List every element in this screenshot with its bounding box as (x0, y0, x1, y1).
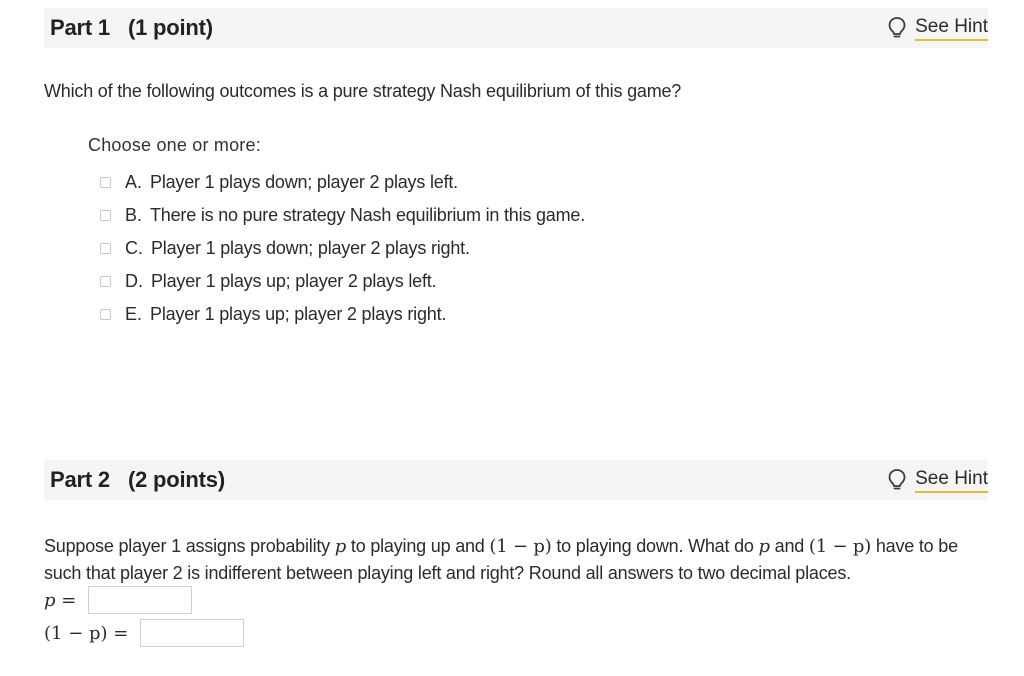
part2-header: Part 2 (2 points) See Hint (44, 460, 988, 500)
answer-input-1mp[interactable] (140, 619, 245, 647)
option-c[interactable]: C. Player 1 plays down; player 2 plays r… (100, 232, 585, 265)
part2-see-hint-link[interactable]: See Hint (887, 468, 988, 493)
answer-row-p: p = (44, 586, 193, 614)
part2-text-segment: to playing up and (346, 536, 490, 556)
choose-label: Choose one or more: (88, 135, 261, 155)
math-var-p: p (758, 536, 771, 557)
part1-hint-label[interactable]: See Hint (915, 16, 988, 41)
answer-row-1mp: (1 − p) = (44, 619, 245, 647)
answer-input-p[interactable] (88, 586, 193, 614)
part1-see-hint-link[interactable]: See Hint (887, 16, 988, 41)
lightbulb-icon (887, 16, 907, 40)
option-e[interactable]: E. Player 1 plays up; player 2 plays rig… (100, 298, 585, 331)
option-letter: E. (125, 304, 143, 324)
part2-text-segment: and (769, 536, 809, 556)
math-expr-1mp: (1 − p) (489, 536, 552, 557)
options-list: A. Player 1 plays down; player 2 plays l… (100, 166, 585, 331)
part1-header: Part 1 (1 point) See Hint (44, 8, 988, 48)
part2-text-segment: Suppose player 1 assigns probability (44, 536, 335, 556)
checkbox-icon[interactable] (100, 177, 111, 188)
option-text[interactable]: Player 1 plays down; player 2 plays left… (150, 172, 458, 193)
math-expr-1mp: (1 − p) (808, 536, 872, 557)
part1-question: Which of the following outcomes is a pur… (44, 81, 682, 101)
part2-title: Part 2 (50, 467, 110, 492)
part2-text-segment: to playing down. What do (551, 536, 759, 556)
checkbox-icon[interactable] (100, 243, 111, 254)
checkbox-icon[interactable] (100, 309, 111, 320)
option-text[interactable]: Player 1 plays up; player 2 plays left. (151, 271, 437, 292)
checkbox-icon[interactable] (100, 276, 111, 287)
option-text[interactable]: Player 1 plays up; player 2 plays right. (150, 304, 446, 325)
part2-hint-label[interactable]: See Hint (915, 468, 988, 493)
option-letter: A. (125, 172, 143, 192)
part1-points: (1 point) (127, 15, 213, 40)
lightbulb-icon (887, 468, 907, 492)
option-text[interactable]: Player 1 plays down; player 2 plays righ… (151, 238, 470, 259)
option-text[interactable]: There is no pure strategy Nash equilibri… (150, 205, 585, 226)
answer-label-1mp: (1 − p) = (44, 622, 129, 644)
option-letter: D. (125, 271, 143, 291)
checkbox-icon[interactable] (100, 210, 111, 221)
part2-points: (2 points) (127, 467, 225, 492)
option-letter: C. (125, 238, 143, 258)
option-a[interactable]: A. Player 1 plays down; player 2 plays l… (100, 166, 585, 199)
answer-label-p: p = (44, 589, 77, 611)
option-b[interactable]: B. There is no pure strategy Nash equili… (100, 199, 585, 232)
part1-title: Part 1 (50, 15, 110, 40)
math-var-p: p (334, 536, 347, 557)
part2-question: Suppose player 1 assigns probability p t… (44, 533, 984, 586)
option-d[interactable]: D. Player 1 plays up; player 2 plays lef… (100, 265, 585, 298)
option-letter: B. (125, 205, 143, 225)
